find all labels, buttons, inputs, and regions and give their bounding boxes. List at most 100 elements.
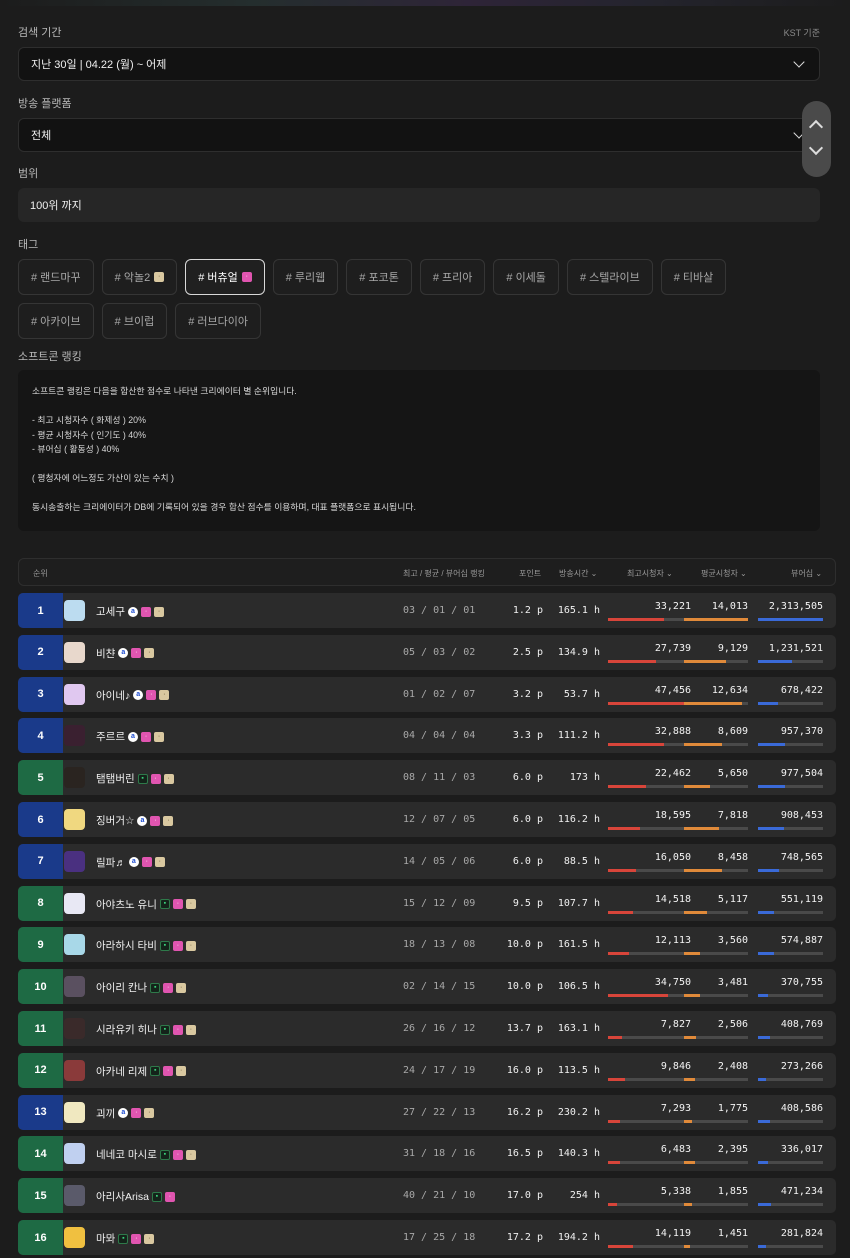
tag-badge-icon: · [154,857,165,868]
creator-name-text: 징버거☆ [96,815,135,827]
vtuber-badge-icon: · [141,857,152,868]
creator-name[interactable]: 아이리 칸나 ▪ · · [96,980,187,995]
table-row[interactable]: 15 아리사Arisa ▪ · 40 / 21 / 10 17.0 p 254 h 5,338… [18,1178,836,1214]
creator-name[interactable]: 괴끼 a · · [96,1106,155,1121]
tag-button[interactable]: # 스텔라이브 [566,259,653,295]
creator-name[interactable]: 비챤 a · · [96,646,155,661]
table-row[interactable]: 3 아이네♪ a · · 01 / 02 / 07 3.2 p 53.7 h 47,456 12,… [18,676,836,712]
creator-name-text: 비챤 [96,647,116,660]
top-gradient-strip [0,0,850,6]
tag-button[interactable]: # 브이럽 [101,303,168,339]
tag-button[interactable]: # 프리아 [419,259,486,295]
tag-badge-icon: · [185,1024,196,1035]
table-row[interactable]: 4 주르르 a · · 04 / 04 / 04 3.3 p 111.2 h 32,888 8,6… [18,718,836,754]
creator-name[interactable]: 아라하시 타비 ▪ · · [96,938,196,953]
rank-number: 7 [18,843,63,879]
creator-name-text: 주르르 [96,731,125,744]
table-row[interactable]: 10 아이리 칸나 ▪ · · 02 / 14 / 15 10.0 p 106.5 h 34,7… [18,969,836,1005]
rank-number: 15 [18,1178,63,1214]
vtuber-badge-icon: · [150,815,161,826]
creator-name[interactable]: 아리사Arisa ▪ · [96,1189,175,1204]
table-row[interactable]: 13 괴끼 a · · 27 / 22 / 13 16.2 p 230.2 h 7,293 1,7… [18,1094,836,1130]
table-row[interactable]: 12 아카네 리제 ▪ · · 24 / 17 / 19 16.0 p 113.5 h 9,84… [18,1052,836,1088]
tag-button[interactable]: # 이세돌 [493,259,559,295]
avatar [64,934,85,956]
table-row[interactable]: 1 고세구 a · · 03 / 01 / 01 1.2 p 165.1 h 33,221 14,… [18,593,836,628]
softcon-info-text: 소프트콘 랭킹은 다음을 합산한 점수로 나타낸 크리에이터 별 순위입니다. … [32,386,416,512]
chevron-up-icon[interactable] [808,119,824,135]
tag-label: # 브이럽 [114,316,155,328]
peak-value: 14,518 [654,893,691,905]
creator-name[interactable]: 고세구 a · · [96,604,164,619]
peak-bar-fill [608,659,657,663]
table-row[interactable]: 2 비챤 a · · 05 / 03 / 02 2.5 p 134.9 h 27,739 9,12… [18,634,836,670]
header-peak-label: 최고시청자 [627,569,664,578]
header-point[interactable]: 포인트 [519,568,541,579]
avatar [64,809,85,830]
tag-label: # 러브다이아 [188,316,248,328]
platform-a-icon: a [118,1108,129,1119]
point-value: 3.2 p [512,688,543,700]
table-row[interactable]: 9 아라하시 타비 ▪ · · 18 / 13 / 08 10.0 p 161.5 h 12,1… [18,927,836,963]
ranks3-value: 03 / 01 / 01 [403,605,476,616]
tag-badge-icon: · [185,1149,196,1160]
table-row[interactable]: 8 아야츠노 유니 ▪ · · 15 / 12 / 09 9.5 p 107.7 h 14,51… [18,885,836,921]
creator-name[interactable]: 시라유키 히나 ▪ · · [96,1022,196,1037]
creator-name[interactable]: 아카네 리제 ▪ · · [96,1064,187,1079]
header-ranks3[interactable]: 최고 / 평균 / 뷰어십 랭킹 [403,568,485,579]
scroll-control[interactable] [802,101,831,177]
avg-bar-fill [684,910,708,914]
hours-value: 88.5 h [563,855,600,867]
creator-name[interactable]: 탬탬버린 ▪ · · [96,771,174,786]
tag-button[interactable]: # 티바살 [660,259,727,295]
tag-button[interactable]: # 랜드마꾸 [18,259,94,295]
ranks3-value: 02 / 14 / 15 [403,981,476,993]
vtuber-badge-icon: · [150,773,161,784]
creator-name[interactable]: 마뫄 ▪ · · [96,1231,155,1246]
tag-button[interactable]: # 버츄얼 · [185,259,265,295]
table-row[interactable]: 14 네네코 마시로 ▪ · · 31 / 18 / 16 16.5 p 140.3 h 6,4… [18,1136,836,1172]
avg-bar [684,1161,748,1165]
ranks3-value: 31 / 18 / 16 [403,1148,476,1160]
viewership-value: 471,234 [780,1186,823,1198]
table-row[interactable]: 7 릴파♬ a · · 14 / 05 / 06 6.0 p 88.5 h 16,050 8,45… [18,843,836,879]
hours-value: 161.5 h [557,939,600,951]
table-row[interactable]: 6 징버거☆ a · · 12 / 07 / 05 6.0 p 116.2 h 18,595 7,… [18,802,836,837]
search-period-label: 검색 기간 [18,27,62,39]
header-hours[interactable]: 방송시간 ⌄ [559,568,597,579]
tag-button[interactable]: # 루리웹 [272,259,339,295]
chevron-down-icon[interactable] [808,140,824,156]
point-value: 17.0 p [506,1190,543,1202]
avg-value: 1,451 [717,1228,748,1239]
table-row[interactable]: 11 시라유키 히나 ▪ · · 26 / 16 / 12 13.7 p 163.1 h 7,8… [18,1011,836,1046]
ranks3-value: 15 / 12 / 09 [403,897,476,909]
ranks3-value: 05 / 03 / 02 [403,646,476,658]
tag-button[interactable]: # 아카이브 [18,303,94,339]
search-period-select[interactable]: 지난 30일 | 04.22 (월) ~ 어제 [18,47,820,81]
tag-button[interactable]: # 포코톤 [346,259,412,295]
range-select[interactable]: 100위 까지 [18,188,820,222]
creator-name-text: 아리사Arisa [96,1191,149,1204]
creator-name[interactable]: 릴파♬ a · · [96,855,165,870]
table-row[interactable]: 5 탬탬버린 ▪ · · 08 / 11 / 03 6.0 p 173 h 22,462 5,65… [18,760,836,796]
header-avg[interactable]: 평균시청자 ⌄ [701,568,747,579]
avatar [64,976,85,998]
creator-name[interactable]: 주르르 a · · [96,729,164,744]
ranks3-value: 08 / 11 / 03 [403,772,476,784]
creator-name[interactable]: 아야츠노 유니 ▪ · · [96,897,196,912]
tag-badge-icon: · [185,899,196,910]
header-viewership[interactable]: 뷰어십 ⌄ [791,568,822,579]
tag-label: # 이세돌 [506,272,546,284]
creator-name[interactable]: 아이네♪ a · · [96,688,170,703]
peak-value: 18,595 [654,810,691,821]
header-peak[interactable]: 최고시청자 ⌄ [627,568,673,579]
table-row[interactable]: 16 마뫄 ▪ · · 17 / 25 / 18 17.2 p 194.2 h 14,119 1,… [18,1220,836,1255]
creator-name[interactable]: 징버거☆ a · · [96,813,174,828]
tag-button[interactable]: # 악놀2 · [101,259,178,295]
header-rank[interactable]: 순위 [33,568,48,579]
avg-bar [684,785,748,789]
creator-name[interactable]: 네네코 마시로 ▪ · · [96,1147,196,1162]
platform-select[interactable]: 전체 [18,118,820,152]
platform-a-icon: a [133,690,144,701]
tag-button[interactable]: # 러브다이아 [175,303,261,339]
